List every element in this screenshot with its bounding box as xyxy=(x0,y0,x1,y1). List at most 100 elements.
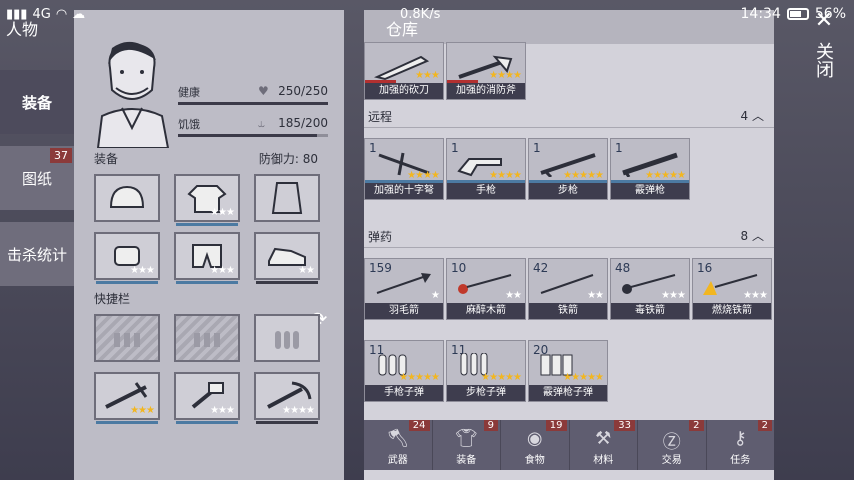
tab-label: 装备 xyxy=(456,455,477,466)
gloves-slot[interactable]: ★★★ xyxy=(94,232,160,284)
tab-label: 交易 xyxy=(661,455,682,466)
tab-weapons[interactable]: 🪓︎ 24 武器 xyxy=(364,420,433,470)
item-label: 毒铁箭 xyxy=(611,303,689,319)
item-shotgun-ammo[interactable]: 20 ★★★★★ 霰弹枪子弹 xyxy=(528,340,608,402)
item-stars: ★★★ xyxy=(743,290,768,301)
tab-equipment[interactable]: 装备 xyxy=(0,70,74,134)
close-button[interactable]: 关闭 xyxy=(808,42,836,78)
rarity-bar xyxy=(176,223,238,226)
item-label: 羽毛箭 xyxy=(365,303,443,319)
hunger-value: 185/200 xyxy=(278,116,328,130)
item-machete[interactable]: ★★★ 加强的砍刀 xyxy=(364,42,444,100)
tab-count: 2 xyxy=(689,420,704,431)
item-pistol[interactable]: 1 ★★★★ 手枪 xyxy=(446,138,526,200)
item-crossbow[interactable]: 1 ★★★★ 加强的十字弩 xyxy=(364,138,444,200)
item-stars: ★★★ xyxy=(661,290,686,301)
category-count-value: 4 xyxy=(740,109,749,123)
item-stars: ★★★★★ xyxy=(481,372,522,383)
item-label: 燃烧铁箭 xyxy=(693,303,771,319)
item-stars: ★★★★★ xyxy=(399,372,440,383)
item-stars: ★★★ xyxy=(210,405,235,416)
tab-label: 食物 xyxy=(524,455,545,466)
shirt-icon: 👕︎ xyxy=(454,428,478,449)
equipment-section-label: 装备 xyxy=(94,152,119,166)
cloud-icon: ☁ xyxy=(72,7,86,22)
item-stars: ★★★ xyxy=(130,405,155,416)
tab-count: 9 xyxy=(483,420,498,431)
item-label: 加强的十字弩 xyxy=(365,183,443,199)
item-fire-axe[interactable]: ★★★★ 加强的消防斧 xyxy=(446,42,526,100)
item-stars: ★★★ xyxy=(210,265,235,276)
tab-blueprints[interactable]: 图纸 37 xyxy=(0,146,74,210)
battery-icon xyxy=(786,8,809,20)
category-count: 8 ︿ xyxy=(741,227,764,244)
arrow-icon xyxy=(376,273,431,294)
tab-gear[interactable]: 👕︎ 9 装备 xyxy=(433,420,501,470)
signal-icon: ▮▮▮ xyxy=(6,7,28,22)
item-shotgun[interactable]: 1 ★★★★★ 霰弹枪 xyxy=(610,138,690,200)
quick-slot-5[interactable]: ★★★ xyxy=(174,372,240,424)
quick-slot-6[interactable]: ★★★★ xyxy=(254,372,320,424)
quick-slot-3[interactable] xyxy=(254,314,320,362)
tab-label: 武器 xyxy=(387,455,408,466)
material-icon: ⚒ xyxy=(595,428,612,449)
item-stars: ★★★★ xyxy=(489,70,522,81)
item-iron-arrow[interactable]: 42 ★★ 铁箭 xyxy=(528,258,608,320)
item-poison-arrow[interactable]: 48 ★★★ 毒铁箭 xyxy=(610,258,690,320)
tab-food[interactable]: ◉ 19 食物 xyxy=(501,420,570,470)
item-pistol-ammo[interactable]: 11 ★★★★★ 手枪子弹 xyxy=(364,340,444,402)
ammo-category-header[interactable]: 弹药 8 ︿ xyxy=(364,226,774,248)
item-stars: ★★★★★ xyxy=(563,372,604,383)
quickbar-label: 快捷栏 xyxy=(94,292,131,306)
battery-level: 56% xyxy=(814,6,846,22)
tab-count: 19 xyxy=(545,420,567,431)
heart-icon: ♥ xyxy=(258,84,269,98)
tab-label: 材料 xyxy=(593,455,614,466)
tab-quests[interactable]: ⚷ 2 任务 xyxy=(707,420,775,470)
jacket-slot[interactable]: ★★★ xyxy=(174,174,240,226)
category-name: 弹药 xyxy=(368,230,393,244)
hunger-stat: 饥饿 ⥿ 185/200 xyxy=(178,116,328,137)
health-stat: 健康 ♥ 250/250 xyxy=(178,84,328,105)
item-fire-arrow[interactable]: 16 ★★★ 燃烧铁箭 xyxy=(692,258,772,320)
key-icon: ⚷ xyxy=(733,428,747,449)
chevron-up-icon: ︿ xyxy=(751,109,764,123)
item-rifle[interactable]: 1 ★★★★★ 步枪 xyxy=(528,138,608,200)
item-label: 霰弹枪子弹 xyxy=(529,385,607,401)
shoes-slot[interactable]: ★★ xyxy=(254,232,320,284)
ranged-category-header[interactable]: 远程 4 ︿ xyxy=(364,106,774,128)
axe-icon: 🪓︎ xyxy=(386,428,410,449)
category-name: 远程 xyxy=(368,110,393,124)
tab-trade[interactable]: Ⓩ 2 交易 xyxy=(638,420,707,470)
item-tranquilizer-arrow[interactable]: 10 ★★ 麻醉木箭 xyxy=(446,258,526,320)
chevron-up-icon: ︿ xyxy=(751,229,764,243)
item-rifle-ammo[interactable]: 11 ★★★★★ 步枪子弹 xyxy=(446,340,526,402)
defense-stat: 防御力: 80 xyxy=(259,150,318,167)
health-bar-fill xyxy=(178,102,328,105)
empty-slot-icon xyxy=(194,333,220,347)
item-stars: ★ xyxy=(431,290,440,301)
status-bar: ▮▮▮ 4G ◠ ☁ 0.8K/s 14:34 56% xyxy=(0,0,854,28)
rarity-bar xyxy=(256,281,318,284)
item-label: 步枪子弹 xyxy=(447,385,525,401)
rarity-bar xyxy=(96,281,158,284)
hunger-bar xyxy=(178,134,328,137)
pants-slot[interactable]: ★★★ xyxy=(174,232,240,284)
tab-count: 2 xyxy=(757,420,772,431)
quick-slot-4[interactable]: ★★★ xyxy=(94,372,160,424)
health-bar xyxy=(178,102,328,105)
item-stars: ★★★ xyxy=(130,265,155,276)
health-label: 健康 xyxy=(178,86,200,99)
tab-kill-stats[interactable]: 击杀统计 xyxy=(0,222,74,286)
tab-count: 24 xyxy=(408,420,430,431)
tab-materials[interactable]: ⚒ 33 材料 xyxy=(570,420,638,470)
defense-value: 80 xyxy=(302,152,318,166)
hunger-label: 饥饿 xyxy=(178,118,200,131)
helmet-slot[interactable] xyxy=(94,174,160,222)
item-feather-arrow[interactable]: 159 ★ 羽毛箭 xyxy=(364,258,444,320)
vest-slot[interactable] xyxy=(254,174,320,222)
quick-slot-1[interactable] xyxy=(94,314,160,362)
hunger-bar-fill xyxy=(178,134,317,137)
ammo-icon xyxy=(275,331,299,349)
quick-slot-2[interactable] xyxy=(174,314,240,362)
